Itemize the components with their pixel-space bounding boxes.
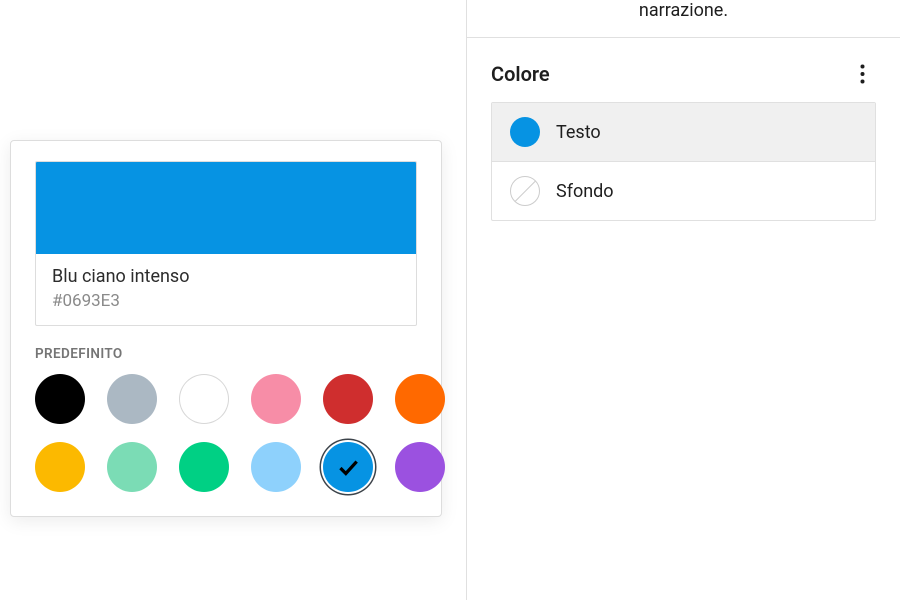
text-color-label: Testo	[556, 122, 601, 143]
current-color-hex: #0693E3	[52, 291, 400, 311]
color-panel-options-button[interactable]	[848, 60, 876, 88]
color-picker-popover: Blu ciano intenso #0693E3 PREDEFINITO	[10, 140, 442, 517]
swatch-green[interactable]	[179, 442, 229, 492]
check-icon	[323, 442, 373, 492]
swatch-amber[interactable]	[35, 442, 85, 492]
block-description-tail: narrazione.	[467, 0, 900, 37]
current-color-preview[interactable]	[36, 162, 416, 254]
background-color-row[interactable]: Sfondo	[492, 161, 875, 220]
text-color-indicator	[510, 117, 540, 147]
preset-section-label: PREDEFINITO	[35, 346, 417, 362]
preset-swatch-grid	[35, 374, 417, 492]
swatch-white[interactable]	[179, 374, 229, 424]
swatch-pink[interactable]	[251, 374, 301, 424]
swatch-purple[interactable]	[395, 442, 445, 492]
editor-canvas: Blu ciano intenso #0693E3 PREDEFINITO	[0, 0, 466, 600]
swatch-cyan-blue[interactable]	[323, 442, 373, 492]
swatch-orange[interactable]	[395, 374, 445, 424]
background-color-indicator	[510, 176, 540, 206]
swatch-red[interactable]	[323, 374, 373, 424]
swatch-mint[interactable]	[107, 442, 157, 492]
kebab-icon	[860, 64, 865, 84]
current-color-name: Blu ciano intenso	[52, 266, 400, 287]
color-panel-title: Colore	[491, 62, 550, 86]
swatch-sky[interactable]	[251, 442, 301, 492]
swatch-black[interactable]	[35, 374, 85, 424]
swatch-gray[interactable]	[107, 374, 157, 424]
settings-sidebar: narrazione. Colore Testo Sfondo	[466, 0, 900, 600]
background-color-label: Sfondo	[556, 181, 614, 202]
color-rows: Testo Sfondo	[491, 102, 876, 221]
current-color-card: Blu ciano intenso #0693E3	[35, 161, 417, 326]
text-color-row[interactable]: Testo	[492, 103, 875, 161]
